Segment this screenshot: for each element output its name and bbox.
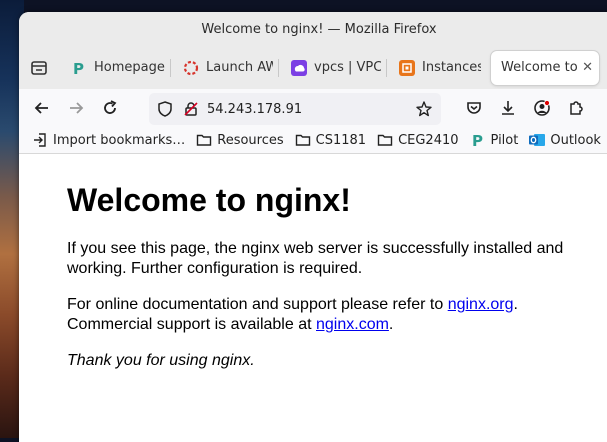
pocket-icon <box>467 102 481 114</box>
support-paragraph: For online documentation and support ple… <box>67 295 587 335</box>
folder-icon <box>377 132 393 148</box>
pilot-p-icon: P <box>71 60 87 76</box>
close-tab-icon[interactable]: ✕ <box>582 60 593 75</box>
navigation-bar: 54.243.178.91 <box>19 89 607 127</box>
downloads-button[interactable] <box>491 92 525 124</box>
bookmark-label: CS1181 <box>315 132 367 148</box>
extensions-button[interactable] <box>559 92 593 124</box>
account-button[interactable] <box>525 92 559 124</box>
puzzle-icon <box>570 101 583 115</box>
window-titlebar: Welcome to nginx! — Mozilla Firefox <box>19 12 607 46</box>
aws-launch-icon <box>183 60 199 76</box>
url-text: 54.243.178.91 <box>207 101 303 117</box>
svg-text:P: P <box>472 132 483 148</box>
forward-arrow-icon <box>70 102 84 114</box>
bookmark-pilot[interactable]: P Pilot <box>470 132 519 148</box>
reload-icon <box>104 100 117 114</box>
ec2-instances-icon <box>399 59 415 76</box>
support-text: . <box>513 296 518 313</box>
insecure-connection-icon[interactable] <box>183 101 199 117</box>
tab-launch-aws[interactable]: Launch AW <box>173 51 279 85</box>
bookmark-label: CEG2410 <box>398 132 459 148</box>
bookmark-label: Outlook <box>550 132 601 148</box>
download-icon <box>502 101 514 115</box>
tab-label: vpcs | VPC <box>314 60 381 75</box>
back-button[interactable] <box>25 92 59 124</box>
tab-bar: P Homepage Launch AW vpcs | VPC Instance… <box>19 46 607 89</box>
outlook-icon <box>529 132 546 148</box>
support-text: Commercial support is available at <box>67 316 316 333</box>
intro-paragraph: If you see this page, the nginx web serv… <box>67 240 564 277</box>
pilot-p-icon: P <box>470 132 486 148</box>
bookmark-outlook[interactable]: Outlook <box>529 132 601 148</box>
nginx-org-link[interactable]: nginx.org <box>448 296 514 313</box>
tab-label: Homepage <box>94 60 165 75</box>
bookmark-star-icon[interactable] <box>415 100 433 118</box>
svg-text:P: P <box>73 60 84 76</box>
bookmark-folder-cs1181[interactable]: CS1181 <box>295 132 366 148</box>
pocket-button[interactable] <box>457 92 491 124</box>
tab-vpcs[interactable]: vpcs | VPC <box>281 51 387 85</box>
tab-label: Welcome to <box>501 60 578 75</box>
back-arrow-icon <box>34 102 48 114</box>
window-title: Welcome to nginx! — Mozilla Firefox <box>201 21 437 37</box>
support-text: For online documentation and support ple… <box>67 296 448 313</box>
bookmarks-toolbar: Import bookmarks… Resources CS1181 CEG24… <box>19 127 607 154</box>
url-bar[interactable]: 54.243.178.91 <box>149 93 441 125</box>
forward-button[interactable] <box>59 92 93 124</box>
bookmark-label: Resources <box>217 132 284 148</box>
folder-icon <box>295 132 311 148</box>
browser-window: Welcome to nginx! — Mozilla Firefox P Ho… <box>19 12 607 442</box>
tab-instances[interactable]: Instances | <box>389 51 487 85</box>
thanks-paragraph: Thank you for using nginx. <box>67 352 255 369</box>
import-icon <box>32 132 48 148</box>
tab-label: Launch AW <box>206 60 273 75</box>
vpc-icon <box>291 59 307 76</box>
tab-homepage[interactable]: P Homepage <box>61 51 171 85</box>
bookmark-import[interactable]: Import bookmarks… <box>32 132 185 148</box>
support-text: . <box>388 316 394 333</box>
tab-list-icon <box>31 60 47 75</box>
nginx-com-link[interactable]: nginx.com <box>316 316 389 333</box>
account-icon <box>534 100 550 116</box>
tracking-shield-icon[interactable] <box>157 101 173 117</box>
tab-label: Instances | <box>422 60 481 75</box>
bookmark-folder-ceg2410[interactable]: CEG2410 <box>377 132 459 148</box>
folder-icon <box>196 132 212 148</box>
tab-welcome-nginx[interactable]: Welcome to ✕ <box>491 50 599 85</box>
page-content: Welcome to nginx! If you see this page, … <box>19 158 607 442</box>
bookmark-label: Import bookmarks… <box>53 132 186 148</box>
tab-list-button[interactable] <box>19 46 59 89</box>
toolbar-right <box>457 92 593 124</box>
bookmark-folder-resources[interactable]: Resources <box>196 132 284 148</box>
page-heading: Welcome to nginx! <box>67 182 351 218</box>
reload-button[interactable] <box>93 92 127 124</box>
bookmark-label: Pilot <box>490 132 519 148</box>
